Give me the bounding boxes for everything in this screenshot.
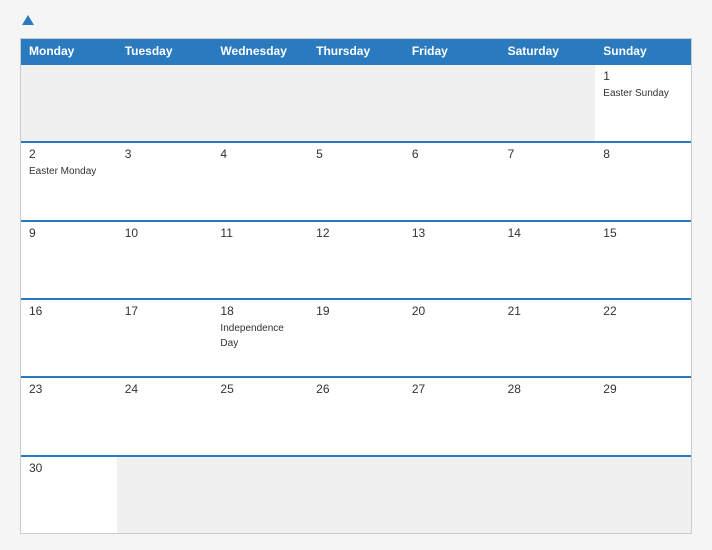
calendar-cell: 15	[595, 222, 691, 298]
calendar-cell: 18 Independence Day	[212, 300, 308, 376]
calendar-cell	[404, 65, 500, 141]
day-of-week-sunday: Sunday	[595, 39, 691, 63]
day-number: 23	[29, 382, 109, 396]
day-number: 29	[603, 382, 683, 396]
calendar-row-5: 30	[21, 455, 691, 533]
day-number: 11	[220, 226, 300, 240]
calendar-row-4: 23 24 25 26 27 28 29	[21, 376, 691, 454]
calendar-cell: 26	[308, 378, 404, 454]
calendar-cell: 22	[595, 300, 691, 376]
calendar-cell: 21	[500, 300, 596, 376]
calendar-cell: 30	[21, 457, 117, 533]
day-of-week-monday: Monday	[21, 39, 117, 63]
calendar-cell: 7	[500, 143, 596, 219]
calendar-cell: 27	[404, 378, 500, 454]
calendar-cell	[500, 65, 596, 141]
calendar-cell: 13	[404, 222, 500, 298]
day-number: 14	[508, 226, 588, 240]
calendar-cell	[212, 457, 308, 533]
calendar-header: MondayTuesdayWednesdayThursdayFridaySatu…	[21, 39, 691, 63]
day-of-week-tuesday: Tuesday	[117, 39, 213, 63]
logo	[20, 16, 34, 26]
calendar-cell: 25	[212, 378, 308, 454]
day-number: 5	[316, 147, 396, 161]
calendar-cell: 28	[500, 378, 596, 454]
calendar-row-2: 9 10 11 12 13 14 15	[21, 220, 691, 298]
calendar-cell: 24	[117, 378, 213, 454]
day-number: 6	[412, 147, 492, 161]
day-number: 4	[220, 147, 300, 161]
day-number: 13	[412, 226, 492, 240]
day-number: 24	[125, 382, 205, 396]
calendar-cell: 12	[308, 222, 404, 298]
calendar-cell	[117, 65, 213, 141]
calendar-cell: 20	[404, 300, 500, 376]
calendar-cell: 11	[212, 222, 308, 298]
calendar-cell: 10	[117, 222, 213, 298]
calendar-cell: 3	[117, 143, 213, 219]
day-of-week-thursday: Thursday	[308, 39, 404, 63]
day-number: 30	[29, 461, 109, 475]
calendar-cell: 14	[500, 222, 596, 298]
calendar-cell: 29	[595, 378, 691, 454]
day-number: 1	[603, 69, 683, 83]
day-of-week-friday: Friday	[404, 39, 500, 63]
calendar-row-1: 2 Easter Monday 3 4 5 6 7 8	[21, 141, 691, 219]
calendar-cell	[21, 65, 117, 141]
day-number: 18	[220, 304, 300, 318]
day-event: Easter Sunday	[603, 88, 669, 99]
day-number: 3	[125, 147, 205, 161]
day-number: 22	[603, 304, 683, 318]
day-number: 17	[125, 304, 205, 318]
calendar-cell: 2 Easter Monday	[21, 143, 117, 219]
header	[20, 16, 692, 26]
calendar-cell	[308, 457, 404, 533]
calendar-cell: 17	[117, 300, 213, 376]
calendar-cell	[404, 457, 500, 533]
day-number: 28	[508, 382, 588, 396]
day-of-week-wednesday: Wednesday	[212, 39, 308, 63]
calendar-cell: 8	[595, 143, 691, 219]
day-number: 16	[29, 304, 109, 318]
calendar-cell: 5	[308, 143, 404, 219]
day-number: 19	[316, 304, 396, 318]
calendar-cell: 19	[308, 300, 404, 376]
day-number: 2	[29, 147, 109, 161]
calendar-cell	[500, 457, 596, 533]
calendar: MondayTuesdayWednesdayThursdayFridaySatu…	[20, 38, 692, 534]
calendar-cell: 1 Easter Sunday	[595, 65, 691, 141]
day-number: 7	[508, 147, 588, 161]
calendar-row-3: 16 17 18 Independence Day 19 20 21 22	[21, 298, 691, 376]
calendar-row-0: 1 Easter Sunday	[21, 63, 691, 141]
day-number: 15	[603, 226, 683, 240]
day-number: 27	[412, 382, 492, 396]
calendar-cell: 23	[21, 378, 117, 454]
day-number: 21	[508, 304, 588, 318]
day-number: 10	[125, 226, 205, 240]
day-event: Easter Monday	[29, 166, 96, 177]
calendar-cell: 4	[212, 143, 308, 219]
calendar-cell	[595, 457, 691, 533]
logo-triangle-icon	[22, 15, 34, 25]
calendar-cell	[212, 65, 308, 141]
calendar-cell: 16	[21, 300, 117, 376]
day-of-week-saturday: Saturday	[500, 39, 596, 63]
day-event: Independence Day	[220, 323, 283, 349]
day-number: 12	[316, 226, 396, 240]
calendar-cell	[308, 65, 404, 141]
calendar-page: MondayTuesdayWednesdayThursdayFridaySatu…	[0, 0, 712, 550]
day-number: 9	[29, 226, 109, 240]
day-number: 25	[220, 382, 300, 396]
day-number: 26	[316, 382, 396, 396]
day-number: 8	[603, 147, 683, 161]
calendar-cell: 9	[21, 222, 117, 298]
calendar-cell	[117, 457, 213, 533]
day-number: 20	[412, 304, 492, 318]
calendar-body: 1 Easter Sunday 2 Easter Monday 3 4 5 6 7 8 9 10 11 1…	[21, 63, 691, 533]
calendar-cell: 6	[404, 143, 500, 219]
